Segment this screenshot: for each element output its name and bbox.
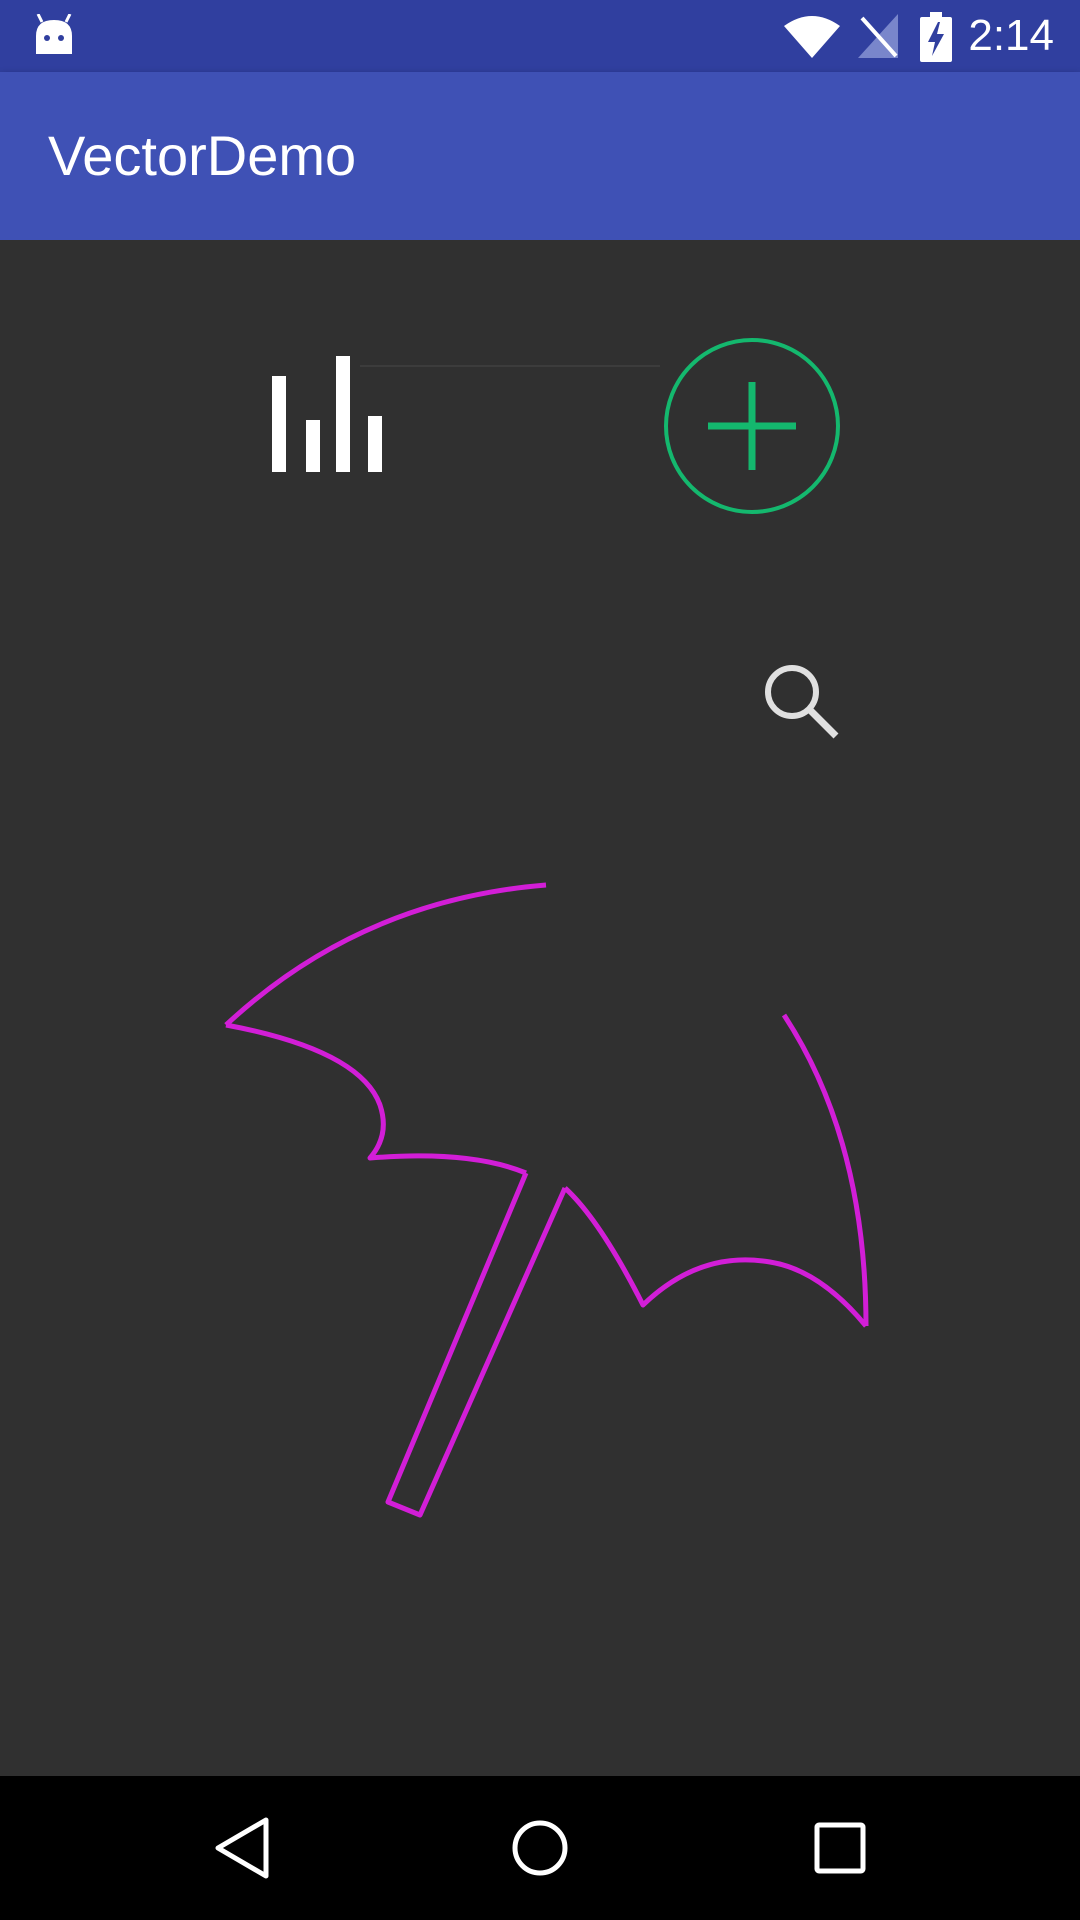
status-clock: 2:14	[968, 11, 1054, 60]
wifi-icon	[784, 14, 840, 63]
status-bar: 2:14	[0, 0, 1080, 72]
app-bar: VectorDemo	[0, 72, 1080, 240]
umbrella-icon	[0, 240, 1080, 1781]
back-button[interactable]	[214, 1816, 270, 1885]
home-button[interactable]	[512, 1820, 568, 1881]
content-area	[0, 240, 1080, 1776]
battery-charging-icon	[920, 12, 952, 67]
navigation-bar	[0, 1776, 1080, 1920]
android-icon	[34, 13, 74, 61]
no-signal-icon	[858, 14, 898, 63]
app-title: VectorDemo	[48, 124, 357, 187]
recents-button[interactable]	[814, 1822, 866, 1879]
